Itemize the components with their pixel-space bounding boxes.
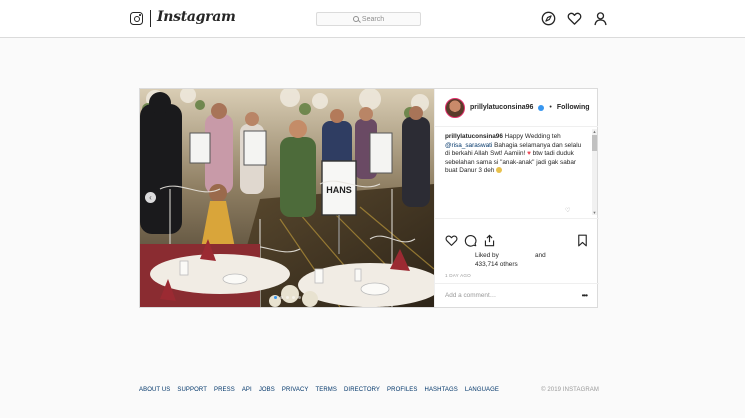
footer-link-privacy[interactable]: PRIVACY [282, 387, 309, 393]
heart-icon[interactable] [567, 11, 582, 26]
table-sign-text: HANS [326, 185, 352, 195]
post-header: prillylatuconsina96 • Following [435, 89, 598, 127]
carousel-dot [297, 296, 301, 299]
carousel-indicator [140, 296, 434, 299]
grinning-emoji-icon [496, 167, 503, 174]
comment-bar: Add a comment… ••• [435, 283, 599, 307]
search-icon [352, 16, 359, 22]
search-placeholder: Search [361, 15, 385, 23]
caption-text: Happy Wedding teh [502, 133, 561, 140]
post-timestamp[interactable]: 1 DAY AGO [445, 273, 471, 278]
caption-scroll-area[interactable]: prillylatuconsina96 Happy Wedding teh @r… [435, 127, 599, 219]
save-bookmark-icon[interactable] [576, 234, 589, 247]
likes-summary[interactable]: Liked by 433,714 others [475, 252, 518, 269]
post-media-image[interactable]: HANS ‹ [140, 89, 434, 307]
footer-link-press[interactable]: PRESS [214, 387, 235, 393]
verified-badge-icon [538, 104, 545, 111]
carousel-dot [279, 296, 283, 299]
caption-mention[interactable]: @risa_saraswati [445, 142, 492, 149]
footer-link-jobs[interactable]: JOBS [259, 387, 275, 393]
scroll-down-arrow-icon[interactable]: ▼ [592, 210, 597, 215]
likes-count[interactable]: 433,714 others [475, 261, 518, 270]
comment-icon[interactable] [464, 234, 477, 247]
footer-link-hashtags[interactable]: HASHTAGS [425, 387, 458, 393]
footer-link-api[interactable]: API [242, 387, 252, 393]
caption-like-heart-icon[interactable]: ♡ [565, 207, 570, 214]
instagram-glyph-icon[interactable] [130, 12, 143, 25]
post-actions [445, 234, 591, 248]
copyright-text: © 2019 INSTAGRAM [541, 387, 599, 393]
post-sidebar: prillylatuconsina96 • Following prillyla… [434, 89, 599, 307]
add-comment-input[interactable]: Add a comment… [445, 292, 496, 299]
footer-nav: ABOUT US SUPPORT PRESS API JOBS PRIVACY … [139, 387, 499, 393]
avatar[interactable] [445, 97, 465, 118]
carousel-dot [291, 296, 295, 299]
post-username[interactable]: prillylatuconsina96 [470, 104, 533, 111]
liked-by-label: Liked by [475, 252, 499, 259]
footer-link-profiles[interactable]: PROFILES [387, 387, 417, 393]
carousel-prev-button[interactable]: ‹ [145, 192, 156, 203]
compass-icon[interactable] [541, 11, 556, 26]
share-icon[interactable] [483, 234, 496, 247]
following-button[interactable]: Following [557, 104, 590, 111]
more-options-icon[interactable]: ••• [582, 291, 588, 300]
top-navigation-bar: Instagram Search [0, 0, 745, 38]
like-heart-icon[interactable] [445, 234, 458, 247]
footer-link-support[interactable]: SUPPORT [177, 387, 207, 393]
carousel-dot [285, 296, 289, 299]
scroll-thumb[interactable] [592, 135, 597, 151]
separator-dot: • [549, 104, 552, 111]
footer-link-terms[interactable]: TERMS [316, 387, 338, 393]
post-caption: prillylatuconsina96 Happy Wedding teh @r… [445, 133, 585, 176]
instagram-wordmark[interactable]: Instagram [157, 9, 236, 25]
logo-divider [150, 10, 151, 27]
user-icon[interactable] [593, 11, 608, 26]
search-input[interactable]: Search [316, 12, 421, 26]
caption-scrollbar[interactable]: ▲ ▼ [592, 129, 597, 215]
post-card: HANS ‹ prillylatuconsina96 • Following p… [139, 88, 599, 308]
caption-username[interactable]: prillylatuconsina96 [445, 133, 503, 140]
footer-link-directory[interactable]: DIRECTORY [344, 387, 380, 393]
likes-and-label: and [535, 252, 546, 259]
carousel-dot [273, 296, 277, 299]
scroll-up-arrow-icon[interactable]: ▲ [592, 129, 597, 134]
footer-link-language[interactable]: LANGUAGE [465, 387, 499, 393]
wedding-photo: HANS [140, 89, 434, 307]
footer-link-about-us[interactable]: ABOUT US [139, 387, 170, 393]
